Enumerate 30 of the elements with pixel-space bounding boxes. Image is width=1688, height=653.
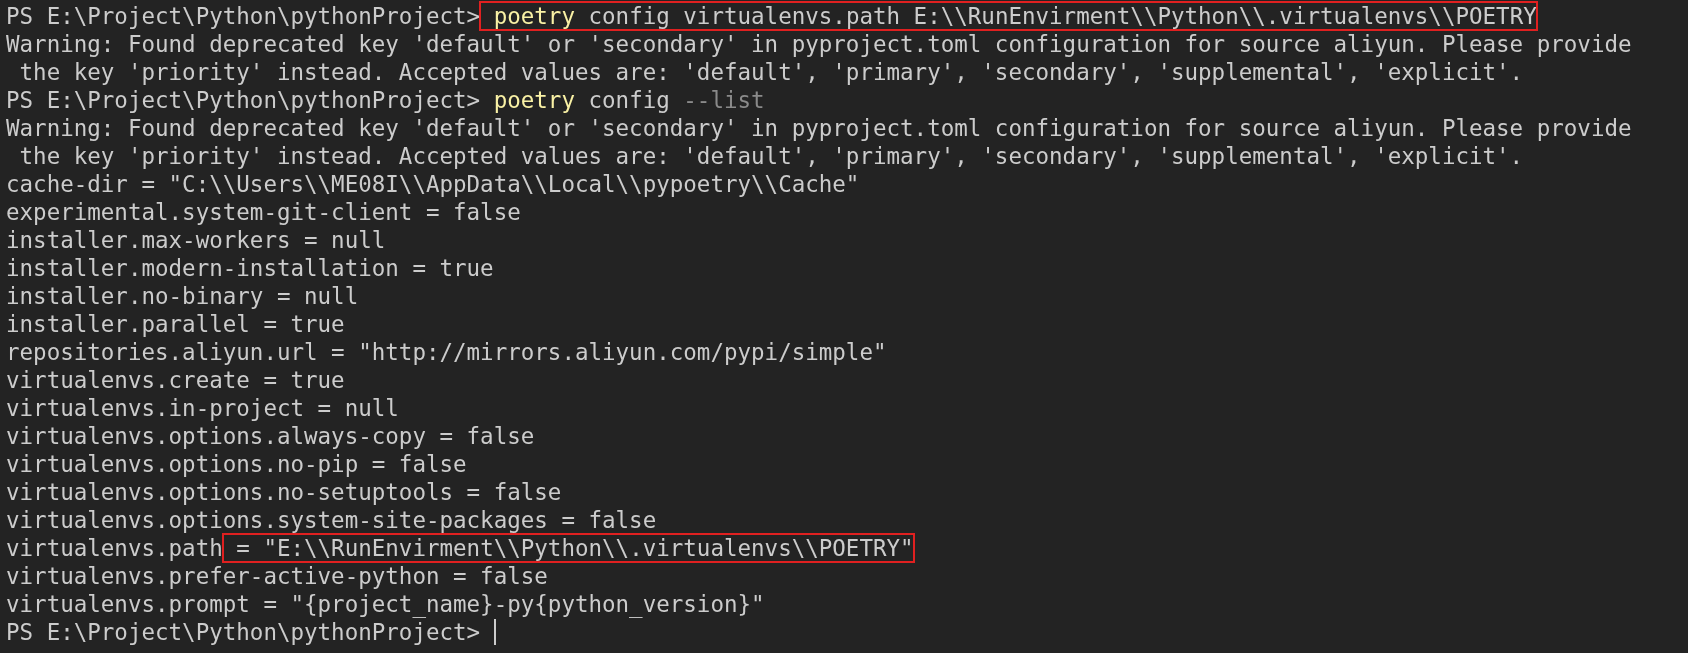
output-text: installer.parallel = true bbox=[6, 310, 345, 338]
output-text: virtualenvs.create = true bbox=[6, 366, 345, 394]
output-text: virtualenvs.in-project = null bbox=[6, 394, 399, 422]
output-text: the key 'priority' instead. Accepted values are: 'default', 'primary', 'secondary', 'supplemental', 'explicit'. bbox=[18, 58, 1524, 86]
output-text: Warning: Found deprecated key 'default' or 'secondary' in pyproject.toml configuration for source aliyun. Please provide bbox=[6, 30, 1632, 58]
output-text: cache-dir = "C:\\Users\\ME08I\\AppData\\Local\\pypoetry\\Cache" bbox=[6, 170, 860, 198]
text-cursor bbox=[494, 619, 497, 645]
output-text: virtualenvs.prompt = "{project_name}-py{python_version}" bbox=[6, 590, 765, 618]
prompt-text: PS E:\Project\Python\pythonProject> bbox=[6, 618, 481, 646]
output-text: virtualenvs.options.no-pip = false bbox=[6, 450, 467, 478]
output-text: virtualenvs.options.system-site-packages = false bbox=[6, 506, 657, 534]
prompt-text: PS E:\Project\Python\pythonProject> bbox=[6, 2, 481, 30]
command-text: poetry bbox=[492, 2, 575, 30]
flag-text: --list bbox=[682, 86, 765, 114]
output-text: experimental.system-git-client = false bbox=[6, 198, 521, 226]
output-text: virtualenvs.options.no-setuptools = false bbox=[6, 478, 562, 506]
output-text: installer.max-workers = null bbox=[6, 226, 386, 254]
command-args: config bbox=[587, 86, 670, 114]
output-text: repositories.aliyun.url = "http://mirrors.aliyun.com/pypi/simple" bbox=[6, 338, 887, 366]
output-text: installer.modern-installation = true bbox=[6, 254, 494, 282]
output-text: virtualenvs.prefer-active-python = false bbox=[6, 562, 548, 590]
command-text: poetry bbox=[492, 86, 575, 114]
output-text: = "E:\\RunEnvirment\\Python\\.virtualenvs\\POETRY" bbox=[235, 534, 914, 562]
output-text: virtualenvs.options.always-copy = false bbox=[6, 422, 535, 450]
prompt-text: PS E:\Project\Python\pythonProject> bbox=[6, 86, 481, 114]
output-text: Warning: Found deprecated key 'default' or 'secondary' in pyproject.toml configuration for source aliyun. Please provide bbox=[6, 114, 1632, 142]
command-args: config virtualenvs.path E:\\RunEnvirment\\Python\\.virtualenvs\\POETRY bbox=[587, 2, 1537, 30]
output-text: the key 'priority' instead. Accepted values are: 'default', 'primary', 'secondary', 'supplemental', 'explicit'. bbox=[18, 142, 1524, 170]
output-text: installer.no-binary = null bbox=[6, 282, 359, 310]
output-text: virtualenvs.path bbox=[6, 534, 223, 562]
